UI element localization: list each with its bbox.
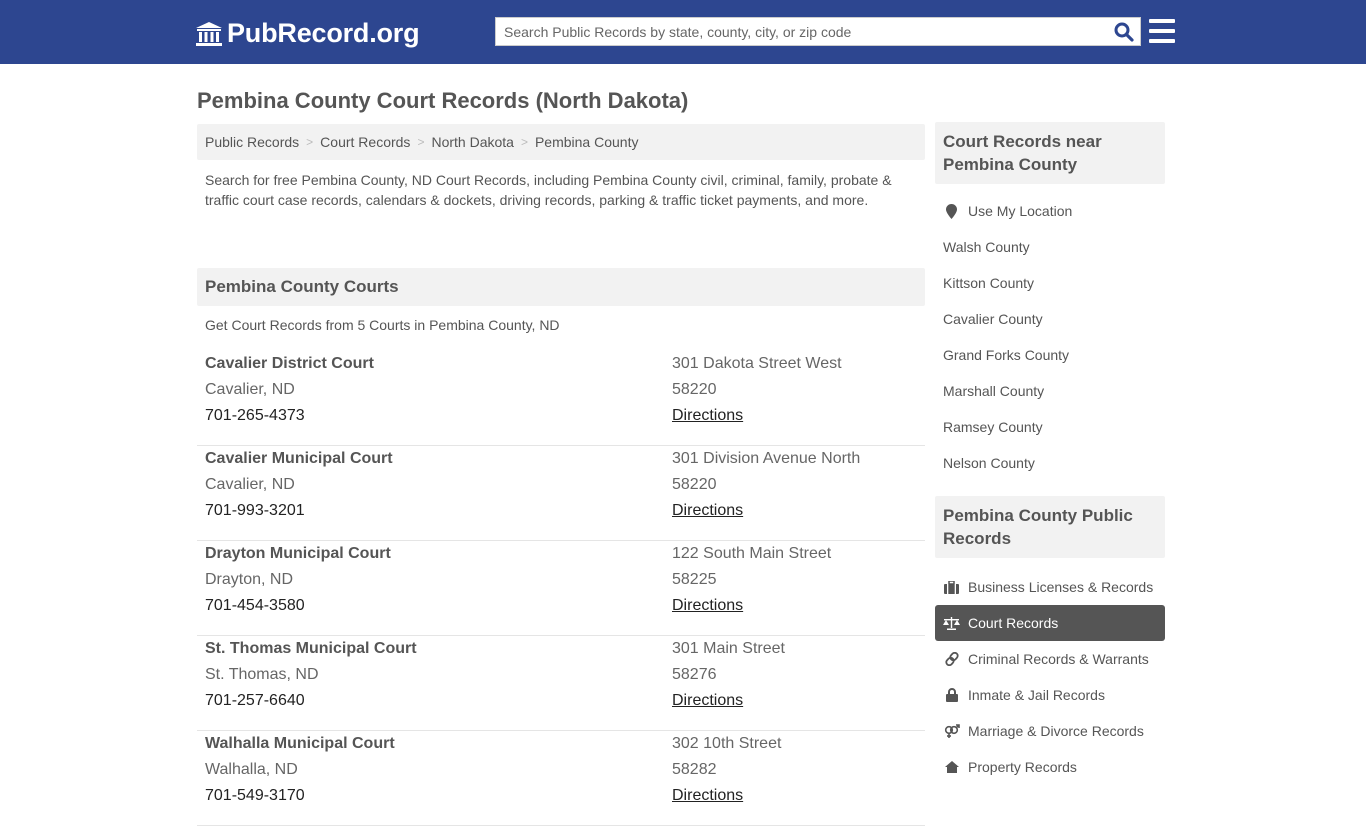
use-my-location-link[interactable]: Use My Location	[935, 193, 1165, 229]
court-zip: 58220	[672, 381, 717, 398]
nearby-county-link[interactable]: Ramsey County	[935, 409, 1165, 445]
lock-icon	[943, 687, 960, 704]
nearby-county-link[interactable]: Kittson County	[935, 265, 1165, 301]
directions-link[interactable]: Directions	[672, 407, 743, 424]
court-address: 302 10th Street	[672, 735, 782, 752]
menu-bar	[1149, 39, 1175, 43]
court-city: St. Thomas, ND	[205, 666, 319, 683]
directions-link[interactable]: Directions	[672, 692, 743, 709]
court-zip: 58220	[672, 476, 717, 493]
breadcrumb-pembina-county[interactable]: Pembina County	[535, 134, 639, 150]
court-phone: 701-265-4373	[205, 407, 305, 424]
court-list-item: Drayton Municipal Court Drayton, ND 701-…	[197, 541, 925, 636]
public-records-heading: Pembina County Public Records	[935, 496, 1165, 558]
court-zip: 58225	[672, 571, 717, 588]
nearby-county-link[interactable]: Grand Forks County	[935, 337, 1165, 373]
directions-link[interactable]: Directions	[672, 597, 743, 614]
hamburger-menu-button[interactable]	[1149, 19, 1175, 43]
breadcrumb-separator: >	[417, 135, 425, 149]
court-name: Cavalier Municipal Court	[205, 450, 393, 467]
breadcrumb-separator: >	[306, 135, 314, 149]
court-name: Walhalla Municipal Court	[205, 735, 395, 752]
intro-text: Search for free Pembina County, ND Court…	[205, 172, 892, 208]
breadcrumb: Public Records > Court Records > North D…	[197, 124, 925, 160]
site-logo[interactable]: PubRecord.org	[195, 18, 420, 49]
breadcrumb-court-records[interactable]: Court Records	[320, 134, 410, 150]
directions-link[interactable]: Directions	[672, 502, 743, 519]
court-name: St. Thomas Municipal Court	[205, 640, 417, 657]
sidebar-item-marriage-divorce[interactable]: Marriage & Divorce Records	[935, 713, 1165, 749]
court-address: 301 Dakota Street West	[672, 355, 842, 372]
page-title: Pembina County Court Records (North Dako…	[197, 88, 689, 113]
nearby-county-link[interactable]: Cavalier County	[935, 301, 1165, 337]
search-icon	[1114, 22, 1134, 42]
briefcase-icon	[943, 579, 960, 596]
top-navbar: PubRecord.org	[0, 0, 1366, 64]
balance-scale-icon	[943, 615, 960, 632]
court-city: Cavalier, ND	[205, 476, 295, 493]
search-bar	[495, 17, 1141, 46]
sidebar-item-business-licenses[interactable]: Business Licenses & Records	[935, 569, 1165, 605]
logo-text: PubRecord.org	[227, 18, 420, 48]
sidebar-item-inmate-records[interactable]: Inmate & Jail Records	[935, 677, 1165, 713]
sidebar-item-court-records[interactable]: Court Records	[935, 605, 1165, 641]
search-input[interactable]	[496, 18, 1108, 45]
court-name: Cavalier District Court	[205, 355, 374, 372]
court-phone: 701-257-6640	[205, 692, 305, 709]
sidebar-item-label: Property Records	[968, 759, 1077, 775]
court-phone: 701-549-3170	[205, 787, 305, 804]
court-address: 301 Main Street	[672, 640, 785, 657]
breadcrumb-north-dakota[interactable]: North Dakota	[431, 134, 513, 150]
sidebar: Court Records near Pembina County Use My…	[935, 122, 1165, 800]
home-icon	[943, 759, 960, 776]
menu-bar	[1149, 19, 1175, 23]
court-list-item: Walhalla Municipal Court Walhalla, ND 70…	[197, 731, 925, 826]
nearby-counties-list: Use My Location Walsh County Kittson Cou…	[935, 184, 1165, 496]
venus-mars-icon	[943, 723, 960, 740]
nearby-county-link[interactable]: Nelson County	[935, 445, 1165, 481]
sidebar-item-label: Court Records	[968, 615, 1059, 631]
court-city: Walhalla, ND	[205, 761, 298, 778]
directions-link[interactable]: Directions	[672, 787, 743, 804]
court-phone: 701-993-3201	[205, 502, 305, 519]
public-records-list: Business Licenses & Records Court Record…	[935, 558, 1165, 800]
court-list-item: Cavalier Municipal Court Cavalier, ND 70…	[197, 446, 925, 541]
sidebar-item-label: Marriage & Divorce Records	[968, 723, 1144, 739]
use-my-location-label: Use My Location	[968, 203, 1073, 219]
link-icon	[943, 651, 960, 668]
court-name: Drayton Municipal Court	[205, 545, 391, 562]
court-list-item: St. Thomas Municipal Court St. Thomas, N…	[197, 636, 925, 731]
court-address: 122 South Main Street	[672, 545, 832, 562]
breadcrumb-public-records[interactable]: Public Records	[205, 134, 299, 150]
court-city: Drayton, ND	[205, 571, 294, 588]
courthouse-icon	[196, 21, 222, 46]
breadcrumb-separator: >	[520, 135, 528, 149]
nearby-county-link[interactable]: Walsh County	[935, 229, 1165, 265]
courts-section-title: Pembina County Courts	[197, 268, 925, 306]
sidebar-item-criminal-records[interactable]: Criminal Records & Warrants	[935, 641, 1165, 677]
menu-bar	[1149, 29, 1175, 33]
court-zip: 58276	[672, 666, 717, 683]
sidebar-item-property-records[interactable]: Property Records	[935, 749, 1165, 785]
sidebar-item-label: Business Licenses & Records	[968, 579, 1154, 595]
search-button[interactable]	[1108, 18, 1140, 45]
court-address: 301 Division Avenue North	[672, 450, 861, 467]
court-city: Cavalier, ND	[205, 381, 295, 398]
map-marker-icon	[943, 203, 960, 220]
sidebar-item-label: Criminal Records & Warrants	[968, 651, 1149, 667]
nearby-county-link[interactable]: Marshall County	[935, 373, 1165, 409]
nearby-courts-heading: Court Records near Pembina County	[935, 122, 1165, 184]
court-phone: 701-454-3580	[205, 597, 305, 614]
courts-subtitle: Get Court Records from 5 Courts in Pembi…	[205, 317, 560, 333]
main-content: Public Records > Court Records > North D…	[197, 124, 925, 826]
court-zip: 58282	[672, 761, 717, 778]
sidebar-item-label: Inmate & Jail Records	[968, 687, 1105, 703]
court-list-item: Cavalier District Court Cavalier, ND 701…	[197, 351, 925, 446]
